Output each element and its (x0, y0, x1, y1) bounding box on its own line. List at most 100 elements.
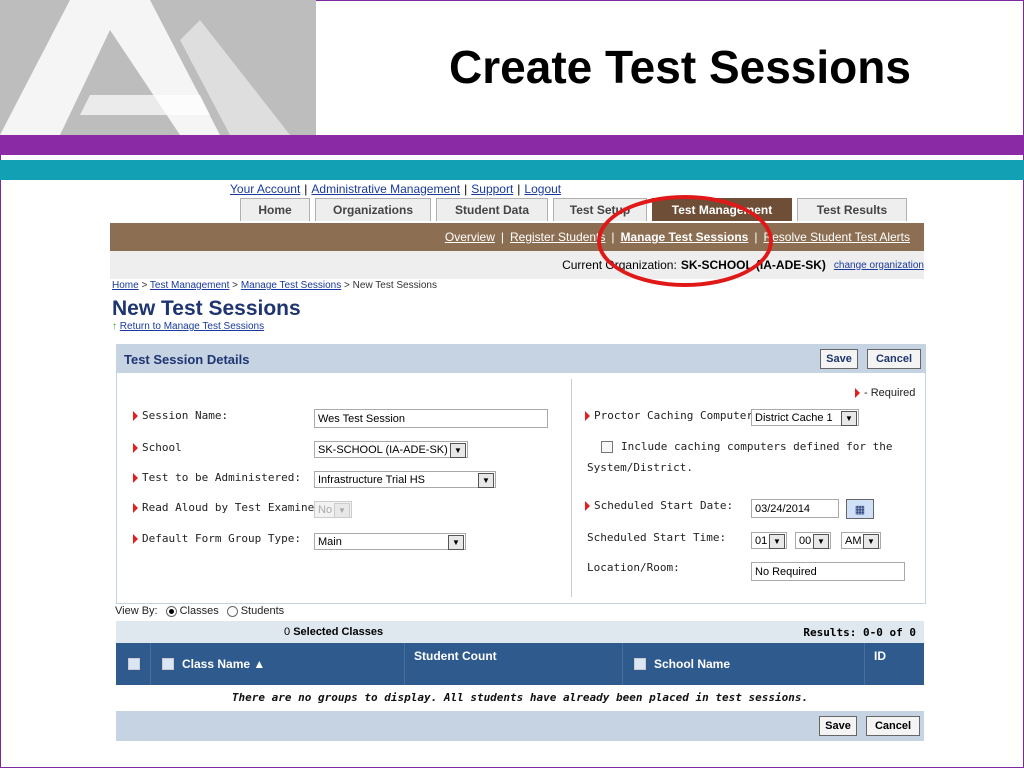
top-links: Your Account | Administrative Management | S… (230, 182, 562, 196)
column-divider (150, 643, 151, 685)
chevron-down-icon: ▼ (448, 535, 464, 550)
tab-student-data[interactable]: Student Data (436, 198, 548, 221)
test-select[interactable]: Infrastructure Trial HS ▼ (314, 471, 496, 488)
required-arrow-icon (133, 534, 138, 544)
test-label: Test to be Administered: (133, 471, 301, 484)
column-divider (864, 643, 865, 685)
results-bar: 0 Selected Classes Results: 0-0 of 0 (116, 621, 924, 643)
chevron-down-icon: ▼ (478, 473, 494, 488)
required-arrow-icon (855, 388, 860, 399)
org-bar: Current Organization: SK-SCHOOL (IA-ADE-… (110, 251, 924, 279)
slide-title: Create Test Sessions (449, 41, 911, 93)
cancel-button[interactable]: Cancel (867, 349, 921, 369)
required-arrow-icon (133, 443, 138, 453)
breadcrumb-home[interactable]: Home (112, 280, 139, 291)
hour-select[interactable]: 01 ▼ (751, 532, 787, 549)
view-by: View By: Classes Students (115, 605, 284, 617)
overview-link[interactable]: Overview (445, 230, 495, 244)
results-count: Results: 0-0 of 0 (803, 625, 916, 639)
breadcrumb-current: New Test Sessions (352, 280, 437, 291)
required-arrow-icon (133, 503, 138, 513)
chevron-down-icon: ▼ (334, 503, 350, 518)
breadcrumb-test-management[interactable]: Test Management (150, 280, 230, 291)
students-radio-label: Students (240, 605, 285, 617)
form-group-select[interactable]: Main ▼ (314, 533, 466, 550)
panel-title: Test Session Details (124, 351, 250, 367)
start-date-label: Scheduled Start Date: (585, 499, 733, 512)
panel-divider (571, 379, 572, 597)
required-arrow-icon (585, 501, 590, 511)
admin-management-link[interactable]: Administrative Management (311, 182, 460, 196)
ampm-select[interactable]: AM ▼ (841, 532, 881, 549)
sub-navigation: Overview | Register Students | Manage Test… (110, 223, 924, 251)
chevron-down-icon: ▼ (769, 534, 785, 549)
return-link[interactable]: Return to Manage Test Sessions (120, 321, 264, 332)
support-link[interactable]: Support (471, 182, 513, 196)
selected-classes: 0 Selected Classes (284, 626, 384, 638)
column-divider (404, 643, 405, 685)
form-group-label: Default Form Group Type: (133, 532, 301, 545)
minute-select[interactable]: 00 ▼ (795, 532, 831, 549)
start-time-label: Scheduled Start Time: (587, 531, 727, 544)
tab-organizations[interactable]: Organizations (315, 198, 431, 221)
breadcrumb: Home > Test Management > Manage Test Ses… (112, 280, 437, 291)
chevron-down-icon: ▼ (813, 534, 829, 549)
proctor-select[interactable]: District Cache 1 ▼ (751, 409, 859, 426)
tab-home[interactable]: Home (240, 198, 310, 221)
teal-band (0, 160, 1024, 180)
logout-link[interactable]: Logout (524, 182, 561, 196)
id-header[interactable]: ID (874, 635, 886, 677)
class-name-checkbox[interactable] (162, 658, 174, 670)
purple-band (0, 135, 1024, 155)
test-session-details-panel: Test Session Details Save Cancel - Requi… (116, 344, 926, 604)
school-name-checkbox[interactable] (634, 658, 646, 670)
classes-radio-label: Classes (179, 605, 219, 617)
save-button[interactable]: Save (820, 349, 858, 369)
chevron-down-icon: ▼ (863, 534, 879, 549)
students-radio[interactable] (226, 605, 238, 617)
school-name-header[interactable]: School Name (634, 643, 730, 685)
register-students-link[interactable]: Register Students (510, 230, 605, 244)
footer-cancel-button[interactable]: Cancel (866, 716, 920, 736)
read-aloud-label: Read Aloud by Test Examiner: (133, 501, 327, 514)
app-screenshot: Your Account | Administrative Management | S… (110, 180, 926, 741)
breadcrumb-manage[interactable]: Manage Test Sessions (241, 280, 341, 291)
classes-radio[interactable] (165, 605, 177, 617)
column-divider (622, 643, 623, 685)
highlight-circle (597, 195, 773, 287)
required-arrow-icon (133, 411, 138, 421)
page-title: New Test Sessions (112, 297, 301, 320)
required-arrow-icon (133, 473, 138, 483)
include-caching-label: Include caching computers defined for th… (621, 440, 893, 453)
footer-save-button[interactable]: Save (819, 716, 857, 736)
proctor-label: Proctor Caching Computer: (585, 409, 760, 422)
return-link-row: ↑ Return to Manage Test Sessions (112, 321, 264, 332)
main-tabs: Home Organizations Student Data Test Set… (240, 198, 912, 222)
location-input[interactable]: No Required (751, 562, 905, 581)
student-count-header[interactable]: Student Count (414, 635, 497, 677)
view-by-label: View By: (115, 605, 158, 617)
include-caching-checkbox[interactable] (601, 441, 613, 453)
tab-test-results[interactable]: Test Results (797, 198, 907, 221)
sort-up-icon: ▲ (253, 657, 266, 671)
class-name-header[interactable]: Class Name ▲ (162, 643, 265, 685)
required-note: - Required (855, 387, 915, 399)
your-account-link[interactable]: Your Account (230, 182, 300, 196)
start-date-input[interactable]: 03/24/2014 (751, 499, 839, 518)
include-caching-label-2: System/District. (587, 461, 693, 474)
chevron-down-icon: ▼ (841, 411, 857, 426)
change-organization-link[interactable]: change organization (834, 260, 924, 271)
chevron-down-icon: ▼ (450, 443, 466, 458)
location-label: Location/Room: (587, 561, 680, 574)
resolve-alerts-link[interactable]: Resolve Student Test Alerts (763, 230, 910, 244)
empty-table-message: There are no groups to display. All stud… (231, 690, 809, 704)
required-arrow-icon (585, 411, 590, 421)
panel-header: Test Session Details Save Cancel (117, 345, 925, 373)
session-name-input[interactable]: Wes Test Session (314, 409, 548, 428)
footer-bar: Save Cancel (116, 711, 924, 741)
calendar-icon[interactable]: ▦ (846, 499, 874, 519)
school-select[interactable]: SK-SCHOOL (IA-ADE-SK) ▼ (314, 441, 468, 458)
school-label: School (133, 441, 182, 454)
select-all-checkbox[interactable] (128, 658, 140, 670)
logo (0, 0, 316, 135)
